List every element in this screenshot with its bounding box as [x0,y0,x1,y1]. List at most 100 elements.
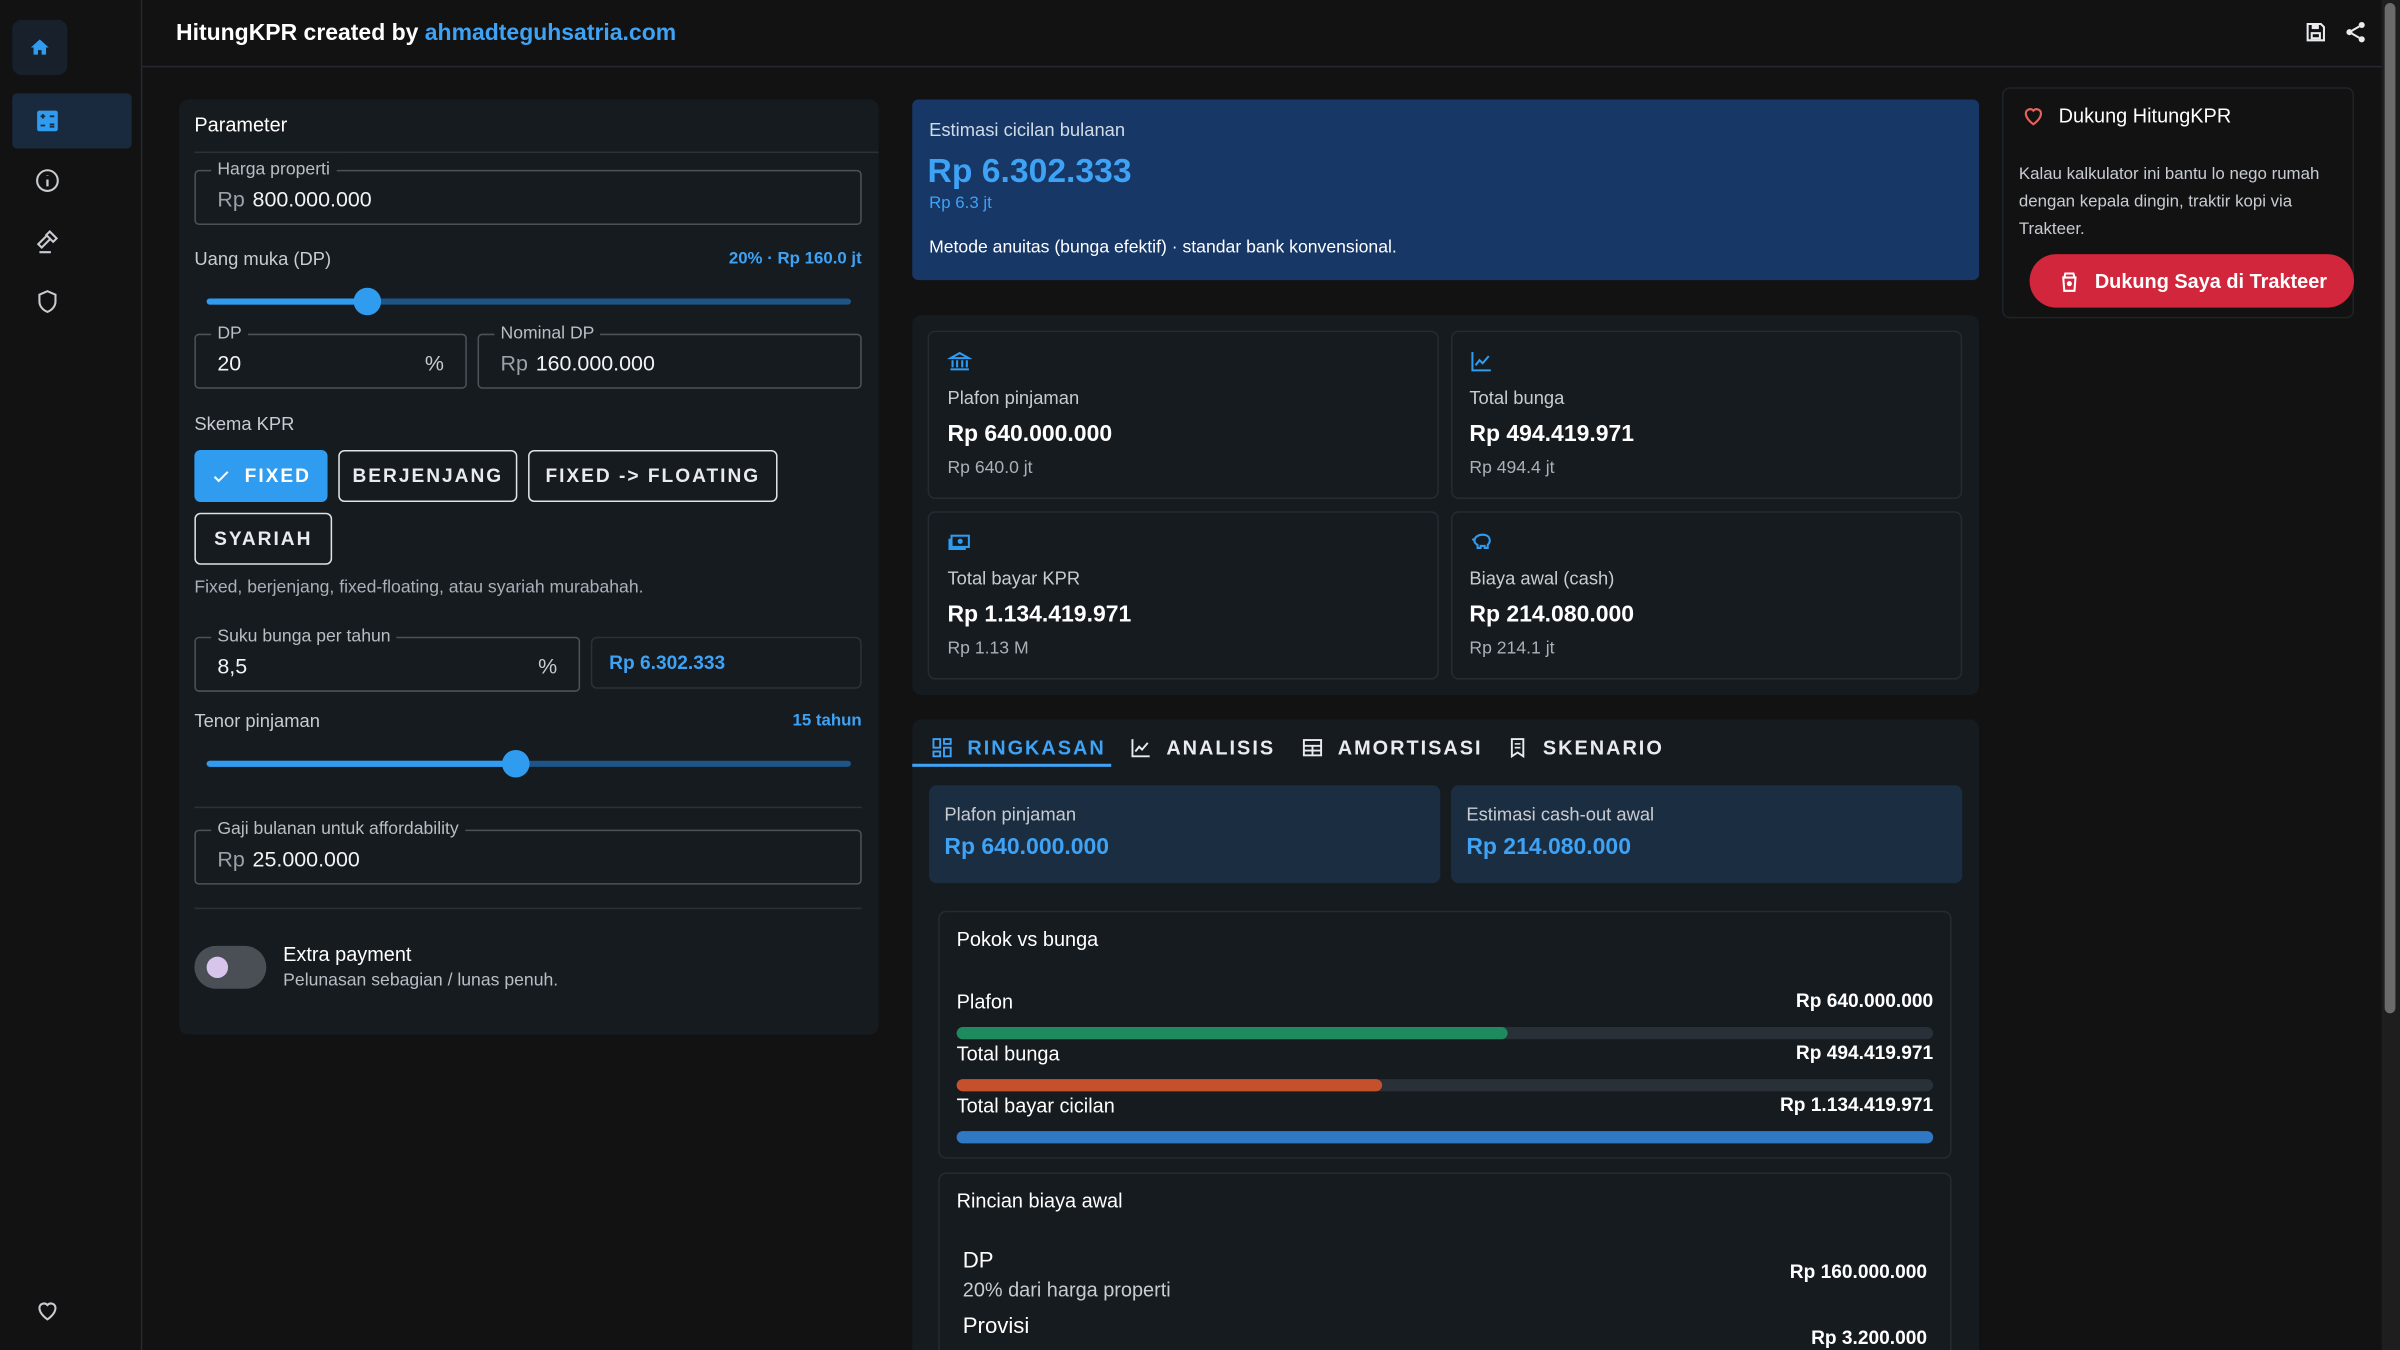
tenor-slider-thumb[interactable] [502,749,530,778]
stat-sub: Rp 494.4 jt [1469,459,1555,478]
share-icon[interactable] [2343,20,2367,44]
stat-sub: Rp 214.1 jt [1469,639,1555,659]
cicilan-preview: Rp 6.302.333 [590,636,862,689]
stat-label: Total bunga [1469,387,1565,409]
stat-label: Plafon pinjaman [947,387,1080,409]
tab-analisis[interactable]: ANALISIS [1130,730,1276,764]
tab-amortisasi[interactable]: AMORTISASI [1301,730,1483,764]
dp-slider[interactable] [206,286,852,317]
summary-cashout-card: Estimasi cash-out awal Rp 214.080.000 [1451,785,1963,884]
sidebar-item-calculator[interactable] [12,93,132,149]
stat-sub: Rp 640.0 jt [947,459,1033,478]
summary-plafon-card: Plafon pinjaman Rp 640.000.000 [929,785,1441,884]
dp-badge: 20% · Rp 160.0 jt [728,249,862,268]
tab-label: SKENARIO [1542,735,1664,759]
bank-icon [947,351,972,371]
home-button[interactable] [12,19,68,75]
bar-row-value: Rp 640.000.000 [1795,990,1934,1012]
summary-cashout-value: Rp 214.080.000 [1466,834,1631,861]
skema-option-syariah[interactable]: SYARIAH [194,512,333,565]
rincian-row-sub: 20% dari harga properti [962,1278,1171,1302]
rincian-row-label: DP [962,1248,994,1274]
skema-option-label: BERJENJANG [352,465,504,487]
stat-card-total-bayar: Total bayar KPR Rp 1.134.419.971 Rp 1.13… [927,511,1439,680]
estimate-label: Estimasi cicilan bulanan [929,119,1126,141]
gaji-field[interactable]: Gaji bulanan untuk affordability Rp 25.0… [194,818,862,885]
parameter-title: Parameter [194,113,288,137]
dp-nominal-prefix: Rp [500,350,528,375]
dp-percent-suffix: % [424,350,444,375]
tenor-slider[interactable] [206,748,852,779]
bar-row-label: Total bayar cicilan [956,1094,1115,1118]
stat-card-biaya-awal: Biaya awal (cash) Rp 214.080.000 Rp 214.… [1451,511,1963,680]
tab-skenario[interactable]: SKENARIO [1506,730,1664,764]
tab-indicator [912,763,1112,767]
gaji-value: 25.000.000 [252,846,360,871]
divider [194,806,862,809]
skema-label: Skema KPR [194,413,295,435]
cash-icon [948,534,970,550]
skema-option-fixed-floating[interactable]: FIXED -> FLOATING [528,449,778,503]
chart-line-icon [1131,738,1150,757]
total-bunga-bar [956,1079,1383,1092]
tab-ringkasan[interactable]: RINGKASAN [931,730,1106,764]
table-icon [1302,738,1323,756]
gaji-legend: Gaji bulanan untuk affordability [211,818,465,841]
stat-label: Total bayar KPR [947,567,1081,590]
home-icon [30,39,49,55]
support-title: Dukung HitungKPR [2058,104,2232,128]
check-icon [213,470,229,482]
dp-nominal-legend: Nominal DP [494,322,601,345]
harga-properti-legend: Harga properti [211,159,336,181]
estimate-short: Rp 6.3 jt [929,194,992,213]
skema-option-berjenjang[interactable]: BERJENJANG [338,449,518,503]
rincian-card: Rincian biaya awal DP 20% dari harga pro… [938,1172,1952,1350]
tenor-badge: 15 tahun [792,711,862,731]
trakteer-button[interactable]: Dukung Saya di Trakteer [2029,254,2355,308]
save-icon[interactable] [2304,20,2328,44]
info-icon [36,169,59,192]
heart-outline-icon [2024,108,2043,126]
parameter-panel: Parameter Harga properti Rp 800.000.000 … [179,99,879,1035]
dp-nominal-field[interactable]: Nominal DP Rp 160.000.000 [477,322,862,389]
sidebar-item-legal[interactable] [12,214,131,269]
extra-payment-toggle[interactable] [194,945,267,989]
rincian-title: Rincian biaya awal [956,1189,1123,1213]
sidebar-item-privacy[interactable] [12,274,131,329]
shield-icon [38,290,57,313]
app-header: HitungKPR created by ahmadteguhsatria.co… [142,0,2400,68]
harga-value: 800.000.000 [252,186,372,212]
dp-percent-value: 20 [217,350,242,375]
sidebar [0,0,143,1350]
harga-properti-field[interactable]: Harga properti Rp 800.000.000 [194,159,862,225]
stat-value: Rp 640.000.000 [947,420,1113,447]
suku-bunga-legend: Suku bunga per tahun [211,626,397,648]
suku-bunga-field[interactable]: Suku bunga per tahun 8,5 % [194,626,581,692]
dp-label: Uang muka (DP) [194,247,332,270]
skema-help-text: Fixed, berjenjang, fixed-floating, atau … [194,578,644,597]
coffee-cup-icon [2061,271,2077,292]
sidebar-item-info[interactable] [12,153,131,208]
author-link[interactable]: ahmadteguhsatria.com [425,20,676,46]
scrollbar-thumb[interactable] [2384,3,2396,1014]
trend-icon [1471,352,1491,372]
harga-prefix: Rp [217,186,245,212]
app-title: HitungKPR created by ahmadteguhsatria.co… [176,20,676,46]
piggy-icon [1471,533,1491,549]
stat-sub: Rp 1.13 M [947,639,1029,659]
skema-option-fixed[interactable]: FIXED [194,449,328,503]
estimate-method: Metode anuitas (bunga efektif) · standar… [929,238,1397,258]
plafon-bar [956,1027,1508,1040]
dp-percent-field[interactable]: DP 20 % [194,322,467,389]
rincian-row-label: Provisi [962,1314,1030,1340]
toggle-knob [206,956,229,979]
stat-card-plafon: Plafon pinjaman Rp 640.000.000 Rp 640.0 … [927,330,1439,499]
pokok-vs-bunga-card: Pokok vs bunga Plafon Rp 640.000.000 Tot… [938,910,1952,1159]
bookmark-icon [1510,737,1525,758]
bar-row-label: Plafon [956,990,1014,1014]
dp-slider-thumb[interactable] [353,287,382,316]
app-title-text: HitungKPR created by [176,19,419,46]
sidebar-item-support[interactable] [12,1283,131,1338]
tenor-slider-fill [206,760,516,767]
stat-card-total-bunga: Total bunga Rp 494.419.971 Rp 494.4 jt [1451,330,1963,499]
